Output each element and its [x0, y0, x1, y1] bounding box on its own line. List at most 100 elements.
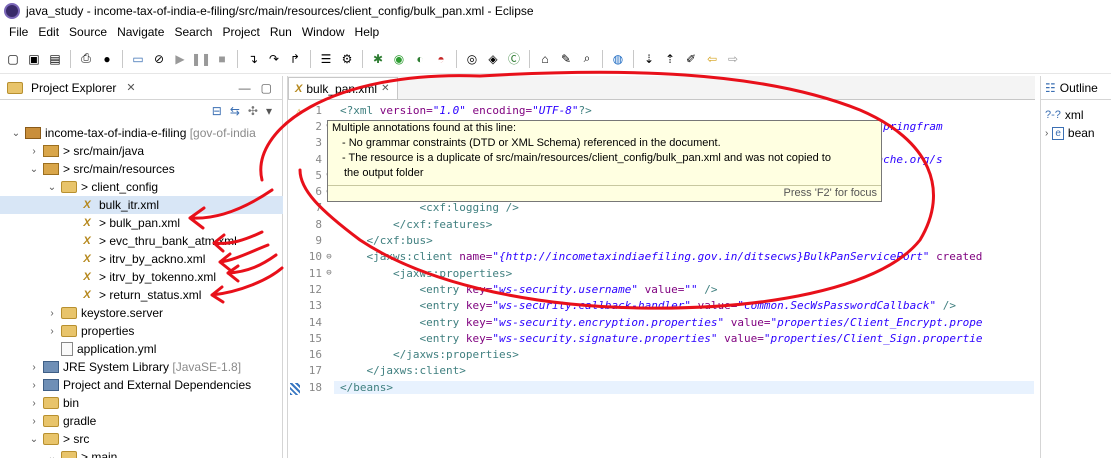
focus-icon[interactable]: ✣	[248, 104, 258, 118]
last-edit-icon[interactable]: ✐	[682, 50, 700, 68]
search-icon[interactable]: ⌕	[578, 50, 596, 68]
suspend-icon[interactable]: ❚❚	[191, 50, 211, 68]
tree-item[interactable]: application.yml	[0, 340, 283, 358]
debug-icon[interactable]: ✱	[369, 50, 387, 68]
tree-item[interactable]: X > evc_thru_bank_atm.xml	[0, 232, 283, 250]
next-annotation-icon[interactable]: ⇣	[640, 50, 658, 68]
expand-toggle-icon[interactable]: ›	[28, 398, 40, 409]
list-icon[interactable]: ☰	[317, 50, 335, 68]
expand-toggle-icon[interactable]: ⌄	[28, 164, 40, 175]
close-icon[interactable]: ✕	[381, 83, 389, 94]
menu-project[interactable]: Project	[217, 25, 264, 39]
open-type-icon[interactable]: ⌂	[536, 50, 554, 68]
code-line[interactable]: 18 </beans>	[288, 379, 1036, 395]
code-line[interactable]: 11 ⊖ <jaxws:properties>	[288, 265, 1036, 281]
print-icon[interactable]: ⎙	[77, 50, 95, 68]
minimize-icon[interactable]: —	[239, 81, 251, 95]
view-menu-icon[interactable]: ▾	[266, 104, 272, 118]
back-icon[interactable]: ⇦	[703, 50, 721, 68]
new-class-icon[interactable]: Ⓒ	[505, 50, 523, 68]
code-line[interactable]: 10 ⊖ <jaxws:client name="{http://incometa…	[288, 249, 1036, 265]
expand-icon[interactable]: ›	[1045, 128, 1048, 139]
expand-toggle-icon[interactable]: ›	[28, 380, 40, 391]
tree-item[interactable]: ⌄ > src	[0, 430, 283, 448]
tree-item[interactable]: › bin	[0, 394, 283, 412]
close-icon[interactable]: ✕	[126, 81, 135, 94]
tree-item[interactable]: › JRE System Library [JavaSE-1.8]	[0, 358, 283, 376]
console-icon[interactable]: ▭	[129, 50, 147, 68]
new-icon[interactable]: ▢	[4, 50, 22, 68]
fold-toggle-icon[interactable]: ⊖	[324, 268, 334, 278]
run-last-icon[interactable]: ◐	[411, 50, 429, 68]
open-task-icon[interactable]: ✎	[557, 50, 575, 68]
user-icon[interactable]: ●	[98, 50, 116, 68]
new-package-icon[interactable]: ◈	[484, 50, 502, 68]
project-explorer-tab[interactable]: Project Explorer ✕	[4, 81, 136, 95]
tree-item[interactable]: X > itrv_by_tokenno.xml	[0, 268, 283, 286]
tree-item[interactable]: › properties	[0, 322, 283, 340]
menu-source[interactable]: Source	[64, 25, 112, 39]
code-line[interactable]: 7 <cxf:logging />	[288, 200, 1036, 216]
collapse-all-icon[interactable]: ⊟	[212, 104, 222, 118]
expand-toggle-icon[interactable]: ›	[28, 362, 40, 373]
expand-toggle-icon[interactable]: ⌄	[28, 434, 40, 445]
outline-tabbar[interactable]: ☷ Outline	[1041, 76, 1111, 100]
code-line[interactable]: 13 <entry key="ws-security.callback-hand…	[288, 298, 1036, 314]
expand-toggle-icon[interactable]: ⌄	[46, 182, 58, 193]
code-line[interactable]: 9 </cxf:bus>	[288, 232, 1036, 248]
warning-icon[interactable]: ⚠	[292, 106, 302, 117]
tree-item[interactable]: ⌄ > main	[0, 448, 283, 458]
menu-search[interactable]: Search	[169, 25, 217, 39]
menu-edit[interactable]: Edit	[33, 25, 64, 39]
save-icon[interactable]: ▣	[25, 50, 43, 68]
code-line[interactable]: 15 <entry key="ws-security.signature.pro…	[288, 330, 1036, 346]
menu-window[interactable]: Window	[297, 25, 350, 39]
prev-annotation-icon[interactable]: ⇡	[661, 50, 679, 68]
tree-item[interactable]: X > bulk_pan.xml	[0, 214, 283, 232]
forward-icon[interactable]: ⇨	[724, 50, 742, 68]
code-line[interactable]: 17 </jaxws:client>	[288, 363, 1036, 379]
menu-run[interactable]: Run	[265, 25, 297, 39]
link-with-editor-icon[interactable]: ⇆	[230, 104, 240, 118]
tree-item[interactable]: › gradle	[0, 412, 283, 430]
menu-navigate[interactable]: Navigate	[112, 25, 169, 39]
tree-item[interactable]: › > src/main/java	[0, 142, 283, 160]
tree-item[interactable]: ⌄ > src/main/resources	[0, 160, 283, 178]
new-java-project-icon[interactable]: ◎	[463, 50, 481, 68]
tree-item[interactable]: Xbulk_itr.xml	[0, 196, 283, 214]
step-return-icon[interactable]: ↱	[286, 50, 304, 68]
tree-item[interactable]: › keystore.server	[0, 304, 283, 322]
step-into-icon[interactable]: ↴	[244, 50, 262, 68]
code-line[interactable]: 14 <entry key="ws-security.encryption.pr…	[288, 314, 1036, 330]
step-over-icon[interactable]: ↷	[265, 50, 283, 68]
outline-item[interactable]: › e bean	[1041, 124, 1111, 142]
maximize-icon[interactable]: ▢	[261, 81, 272, 95]
terminate-icon[interactable]: ■	[213, 50, 231, 68]
code-line[interactable]: 12 <entry key="ws-security.username" val…	[288, 281, 1036, 297]
globe-icon[interactable]: ◍	[609, 50, 627, 68]
code-line[interactable]: 8 </cxf:features>	[288, 216, 1036, 232]
expand-toggle-icon[interactable]: ›	[46, 308, 58, 319]
editor-tab-bulk-pan[interactable]: X bulk_pan.xml ✕	[288, 77, 399, 99]
tree-item[interactable]: › Project and External Dependencies	[0, 376, 283, 394]
tree-item[interactable]: ⌄ > client_config	[0, 178, 283, 196]
save-all-icon[interactable]: ▤	[46, 50, 64, 68]
expand-toggle-icon[interactable]: ›	[28, 146, 40, 157]
tree-item[interactable]: X > itrv_by_ackno.xml	[0, 250, 283, 268]
expand-toggle-icon[interactable]: ⌄	[10, 128, 22, 139]
outline-item[interactable]: ?-? xml	[1041, 106, 1111, 124]
skip-breakpoints-icon[interactable]: ⊘	[150, 50, 168, 68]
expand-toggle-icon[interactable]: ›	[46, 326, 58, 337]
coverage-icon[interactable]: ◓	[432, 50, 450, 68]
resume-icon[interactable]: ▶	[171, 50, 189, 68]
tree-item[interactable]: ⌄ income-tax-of-india-e-filing [gov-of-in…	[0, 124, 283, 142]
run-icon[interactable]: ◉	[390, 50, 408, 68]
tree-item[interactable]: X > return_status.xml	[0, 286, 283, 304]
menu-file[interactable]: File	[4, 25, 33, 39]
code-line[interactable]: 16 </jaxws:properties>	[288, 346, 1036, 362]
expand-toggle-icon[interactable]: ›	[28, 416, 40, 427]
menu-help[interactable]: Help	[350, 25, 385, 39]
expand-toggle-icon[interactable]: ⌄	[46, 452, 58, 458]
fold-toggle-icon[interactable]: ⊖	[324, 252, 334, 262]
external-tools-icon[interactable]: ⚙	[338, 50, 356, 68]
